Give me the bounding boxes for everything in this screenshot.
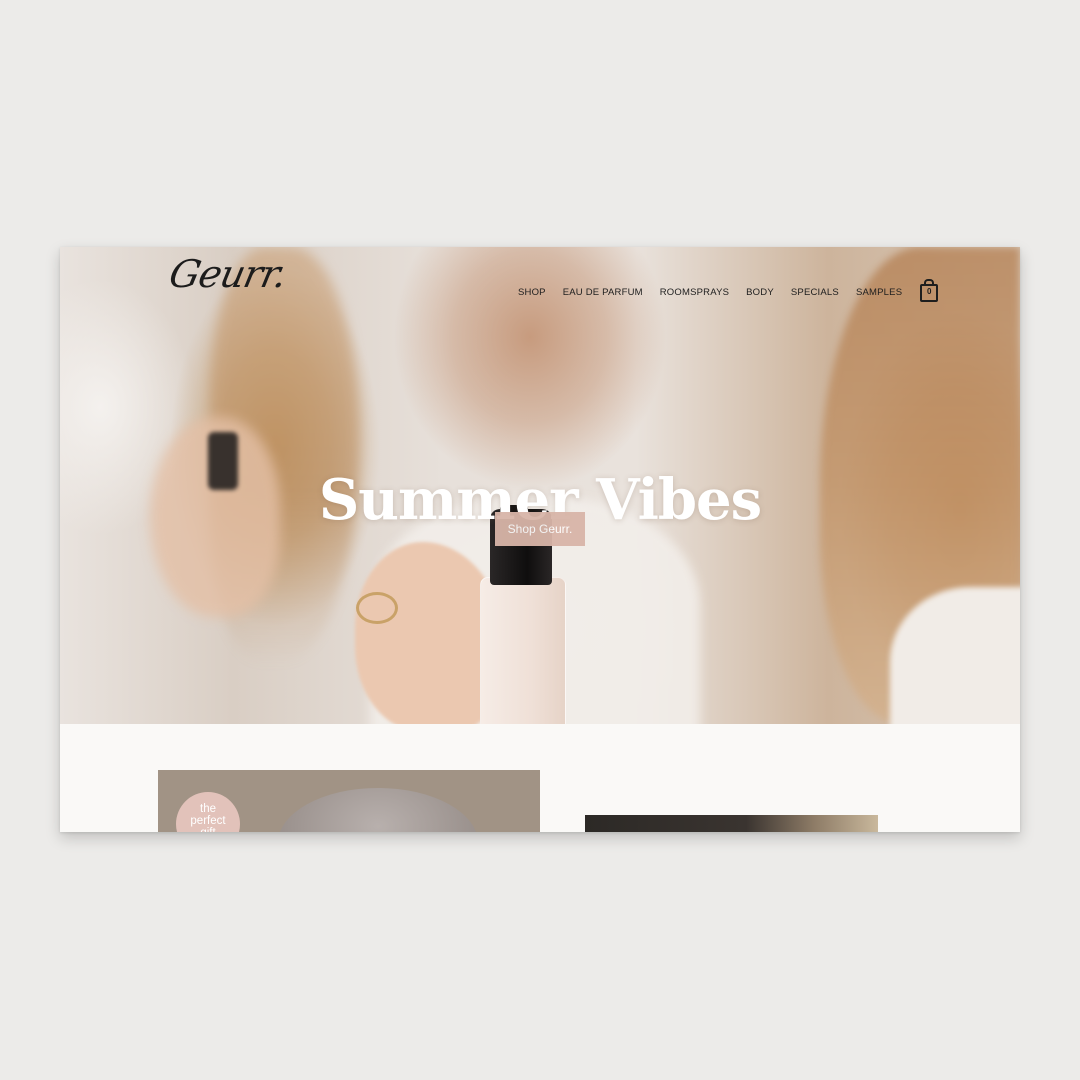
hero-banner: Geurr. SHOP EAU DE PARFUM ROOMSPRAYS BOD… bbox=[60, 247, 1020, 724]
website-frame: Geurr. SHOP EAU DE PARFUM ROOMSPRAYS BOD… bbox=[60, 247, 1020, 832]
brand-logo[interactable]: Geurr. bbox=[165, 252, 290, 296]
product-card-image[interactable] bbox=[585, 815, 878, 832]
gift-badge: the perfect gift bbox=[176, 792, 240, 832]
gift-badge-line: gift bbox=[176, 827, 240, 832]
gift-badge-line: perfect bbox=[190, 815, 226, 827]
shopping-bag-icon[interactable]: 0 bbox=[920, 279, 939, 302]
hero-image-ring bbox=[356, 592, 398, 624]
nav-item-roomsprays[interactable]: ROOMSPRAYS bbox=[660, 287, 729, 298]
nav-item-specials[interactable]: SPECIALS bbox=[791, 287, 839, 298]
nav-item-body[interactable]: BODY bbox=[746, 287, 774, 298]
cart-count: 0 bbox=[927, 287, 932, 296]
gift-badge-line: the bbox=[200, 803, 216, 815]
nav-item-shop[interactable]: SHOP bbox=[518, 287, 546, 298]
promo-card-gift[interactable]: the perfect gift bbox=[158, 770, 540, 832]
hero-image-perfume-bottle bbox=[480, 577, 566, 724]
nav-item-eau-de-parfum[interactable]: EAU DE PARFUM bbox=[563, 287, 643, 298]
main-nav: SHOP EAU DE PARFUM ROOMSPRAYS BODY SPECI… bbox=[518, 279, 939, 302]
nav-item-samples[interactable]: SAMPLES bbox=[856, 287, 902, 298]
promo-image bbox=[278, 788, 478, 832]
shop-button[interactable]: Shop Geurr. bbox=[495, 512, 585, 546]
